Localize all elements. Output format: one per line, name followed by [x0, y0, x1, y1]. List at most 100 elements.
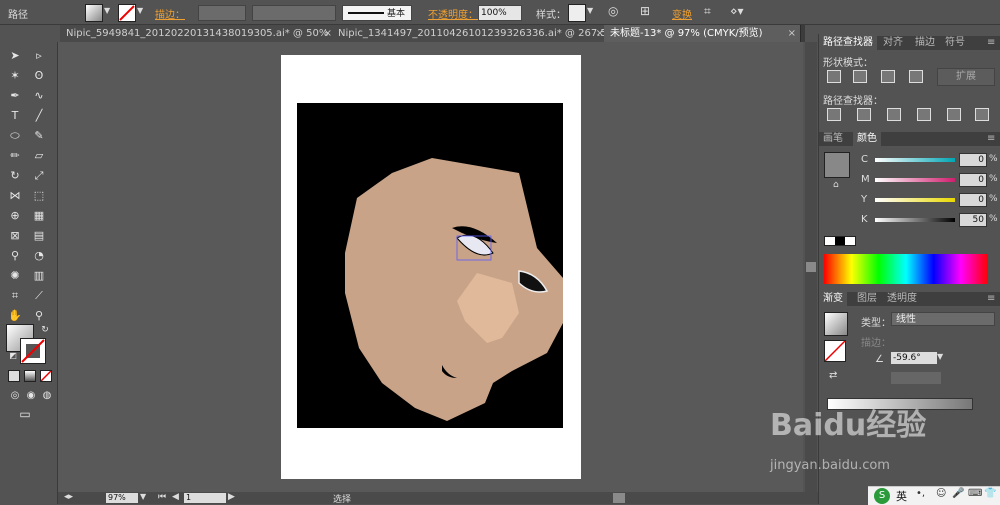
- isolate-icon[interactable]: ⌗: [704, 4, 711, 19]
- ime-language-label[interactable]: 英: [896, 488, 907, 504]
- tab-pathfinder[interactable]: 路径查找器: [819, 36, 877, 50]
- emoji-icon[interactable]: ☺: [936, 488, 946, 499]
- next-artboard-icon[interactable]: ▶: [228, 492, 235, 502]
- panel-menu-icon[interactable]: ≡: [983, 132, 999, 146]
- chevron-down-icon[interactable]: ▼: [137, 6, 143, 15]
- face-illustration[interactable]: [297, 103, 563, 428]
- tab-gradient[interactable]: 渐变: [819, 292, 847, 306]
- tab-document-1[interactable]: Nipic_5949841_20120220131438019305.ai* @…: [60, 25, 337, 42]
- channel-m-slider[interactable]: [875, 178, 955, 182]
- exclude-icon[interactable]: [909, 70, 923, 83]
- stroke-swatch-none[interactable]: [118, 4, 136, 22]
- chevron-down-icon[interactable]: ▼: [937, 352, 943, 361]
- zoom-field[interactable]: 97%: [106, 493, 138, 503]
- slice-tool-icon[interactable]: ⟋: [30, 288, 48, 304]
- width-tool-icon[interactable]: ⋈: [6, 188, 24, 204]
- crop-icon[interactable]: [917, 108, 931, 121]
- punctuation-icon[interactable]: •,: [916, 488, 925, 499]
- channel-k-slider[interactable]: [875, 218, 955, 222]
- stroke-weight-field[interactable]: [198, 5, 246, 21]
- paintbrush-tool-icon[interactable]: ✎: [30, 128, 48, 144]
- skin-icon[interactable]: 👕: [984, 488, 996, 499]
- merge-icon[interactable]: [887, 108, 901, 121]
- selection-tool-icon[interactable]: ➤: [6, 48, 24, 64]
- reverse-gradient-icon[interactable]: ⇄: [829, 370, 837, 381]
- prev-artboard-icon[interactable]: ◀: [172, 492, 179, 502]
- mesh-tool-icon[interactable]: ⊠: [6, 228, 24, 244]
- color-mode-icon[interactable]: [8, 370, 20, 382]
- default-colors-icon[interactable]: ◩: [4, 348, 22, 364]
- brush-definition-dropdown[interactable]: 基本: [342, 5, 412, 21]
- panel-menu-icon[interactable]: ≡: [983, 292, 999, 306]
- shape-builder-tool-icon[interactable]: ⊕: [6, 208, 24, 224]
- tab-transparency[interactable]: 透明度: [883, 292, 921, 306]
- symbol-sprayer-tool-icon[interactable]: ✺: [6, 268, 24, 284]
- tab-brushes[interactable]: 画笔: [819, 132, 847, 146]
- free-transform-tool-icon[interactable]: ⬚: [30, 188, 48, 204]
- channel-c-value[interactable]: 0: [959, 153, 987, 167]
- tab-layers[interactable]: 图层: [853, 292, 881, 306]
- channel-m-value[interactable]: 0: [959, 173, 987, 187]
- gradient-mode-icon[interactable]: [24, 370, 36, 382]
- close-icon[interactable]: ×: [324, 25, 332, 42]
- line-tool-icon[interactable]: ╱: [30, 108, 48, 124]
- intersect-icon[interactable]: [881, 70, 895, 83]
- sogou-logo-icon[interactable]: S: [874, 488, 890, 504]
- outline-icon[interactable]: [947, 108, 961, 121]
- artboard-nav-icon[interactable]: ◂▸: [64, 492, 73, 502]
- scroll-thumb[interactable]: [806, 262, 816, 272]
- tab-align[interactable]: 对齐: [879, 36, 907, 50]
- draw-inside-icon[interactable]: ◍: [38, 388, 56, 404]
- first-artboard-icon[interactable]: ⏮: [158, 492, 166, 502]
- tab-stroke[interactable]: 描边: [911, 36, 939, 50]
- keyboard-icon[interactable]: ⌨: [968, 488, 982, 499]
- hscroll-thumb[interactable]: [613, 493, 625, 503]
- pen-tool-icon[interactable]: ✒: [6, 88, 24, 104]
- swap-fill-stroke-icon[interactable]: ↻: [36, 322, 54, 338]
- fill-swatch[interactable]: [85, 4, 103, 22]
- align-to-icon[interactable]: ⊞: [640, 4, 650, 18]
- close-icon[interactable]: ×: [788, 25, 796, 42]
- gradient-preview-swatch[interactable]: [824, 312, 848, 336]
- eyedropper-tool-icon[interactable]: ⚲: [6, 248, 24, 264]
- aspect-ratio-input[interactable]: [891, 372, 941, 384]
- voice-icon[interactable]: 🎤: [952, 488, 964, 499]
- stroke-color-swatch[interactable]: [20, 338, 46, 364]
- divide-icon[interactable]: [827, 108, 841, 121]
- none-mode-icon[interactable]: [40, 370, 52, 382]
- tab-document-2[interactable]: Nipic_1341497_20110426101239326336.ai* @…: [332, 25, 609, 42]
- gradient-type-dropdown[interactable]: 线性: [891, 312, 995, 326]
- none-black-white-swatches[interactable]: [824, 236, 856, 246]
- rotate-tool-icon[interactable]: ↻: [6, 168, 24, 184]
- channel-y-value[interactable]: 0: [959, 193, 987, 207]
- pencil-tool-icon[interactable]: ✏: [6, 148, 24, 164]
- transform-link[interactable]: 变换: [672, 6, 692, 21]
- gradient-tool-icon[interactable]: ▤: [30, 228, 48, 244]
- gradient-stroke-swatch[interactable]: [824, 340, 846, 362]
- eraser-tool-icon[interactable]: ▱: [30, 148, 48, 164]
- channel-y-slider[interactable]: [875, 198, 955, 202]
- blend-tool-icon[interactable]: ◔: [30, 248, 48, 264]
- scale-tool-icon[interactable]: ⤢: [30, 168, 48, 184]
- trim-icon[interactable]: [857, 108, 871, 121]
- opacity-input[interactable]: 100%: [478, 5, 522, 21]
- panel-menu-icon[interactable]: ⋄▾: [730, 4, 744, 18]
- variable-width-dropdown[interactable]: [252, 5, 336, 21]
- stroke-label[interactable]: 描边：: [155, 6, 185, 21]
- graphic-style-swatch[interactable]: [568, 4, 586, 22]
- channel-k-value[interactable]: 50: [959, 213, 987, 227]
- curvature-tool-icon[interactable]: ∿: [30, 88, 48, 104]
- channel-c-slider[interactable]: [875, 158, 955, 162]
- close-icon[interactable]: ×: [596, 25, 604, 42]
- tab-color[interactable]: 颜色: [853, 132, 881, 146]
- chevron-down-icon[interactable]: ▼: [140, 492, 146, 501]
- magic-wand-tool-icon[interactable]: ✶: [6, 68, 24, 84]
- ellipse-tool-icon[interactable]: ⬭: [6, 128, 24, 144]
- current-color-swatch[interactable]: [824, 152, 850, 178]
- type-tool-icon[interactable]: T: [6, 108, 24, 124]
- chevron-down-icon[interactable]: ▼: [104, 6, 110, 15]
- opacity-label[interactable]: 不透明度：: [428, 6, 478, 21]
- hand-tool-icon[interactable]: ✋: [6, 308, 24, 324]
- gradient-angle-input[interactable]: -59.6°: [891, 352, 937, 364]
- artboard-tool-icon[interactable]: ⌗: [6, 288, 24, 304]
